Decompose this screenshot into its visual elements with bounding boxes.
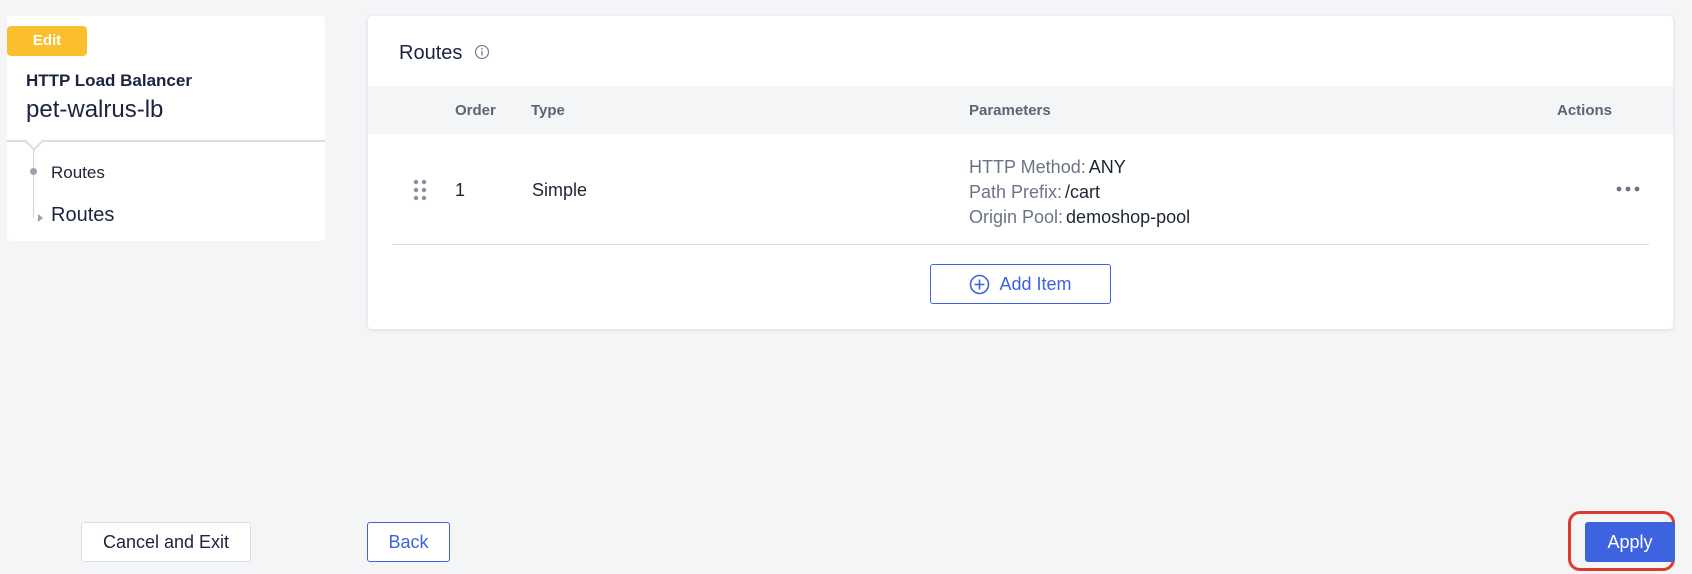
param-value: demoshop-pool bbox=[1066, 207, 1191, 227]
edit-badge: Edit bbox=[7, 26, 87, 56]
column-order: Order bbox=[455, 102, 496, 119]
param-value: /cart bbox=[1065, 182, 1101, 202]
tree-arrow-icon bbox=[38, 214, 43, 222]
sidebar-card: Edit HTTP Load Balancer pet-walrus-lb Ro… bbox=[7, 16, 325, 241]
param-label: Path Prefix: bbox=[969, 182, 1063, 202]
param-http-method: HTTP Method: ANY bbox=[969, 155, 1190, 180]
column-parameters: Parameters bbox=[969, 102, 1051, 119]
column-actions: Actions bbox=[1557, 102, 1613, 119]
object-header: Edit HTTP Load Balancer pet-walrus-lb bbox=[7, 16, 325, 151]
tree-node-dot bbox=[30, 168, 37, 175]
param-origin-pool: Origin Pool: demoshop-pool bbox=[969, 205, 1190, 230]
row-order: 1 bbox=[455, 180, 466, 200]
cancel-and-exit-button[interactable]: Cancel and Exit bbox=[81, 522, 251, 562]
tree-line bbox=[33, 150, 34, 218]
param-label: Origin Pool: bbox=[969, 207, 1064, 227]
row-parameters: HTTP Method: ANY Path Prefix:/cart Origin… bbox=[969, 155, 1190, 230]
object-name: pet-walrus-lb bbox=[26, 96, 164, 123]
object-type: HTTP Load Balancer bbox=[26, 71, 192, 90]
row-type: Simple bbox=[532, 180, 588, 200]
routes-card: Routes Order Type Parameters Actions 1 S… bbox=[368, 16, 1673, 329]
add-item-button[interactable]: Add Item bbox=[930, 264, 1111, 304]
add-item-label: Add Item bbox=[999, 273, 1072, 294]
table-row[interactable]: 1 Simple HTTP Method: ANY Path Prefix:/ca… bbox=[392, 134, 1649, 245]
drag-handle-icon[interactable] bbox=[412, 179, 428, 201]
routes-title: Routes bbox=[399, 42, 463, 64]
back-button[interactable]: Back bbox=[367, 522, 450, 562]
table-header: Order Type Parameters Actions bbox=[368, 86, 1673, 134]
plus-circle-icon bbox=[970, 274, 990, 294]
tree-item-routes-parent[interactable]: Routes bbox=[51, 163, 105, 183]
tree-item-routes-current[interactable]: Routes bbox=[51, 204, 114, 227]
more-horizontal-icon[interactable] bbox=[1614, 181, 1642, 197]
param-path-prefix: Path Prefix:/cart bbox=[969, 180, 1190, 205]
apply-button[interactable]: Apply bbox=[1585, 522, 1675, 562]
param-value: ANY bbox=[1088, 157, 1126, 177]
info-icon[interactable] bbox=[474, 44, 490, 60]
column-type: Type bbox=[531, 102, 565, 119]
param-label: HTTP Method: bbox=[969, 157, 1086, 177]
section-tree: Routes Routes bbox=[7, 142, 325, 239]
